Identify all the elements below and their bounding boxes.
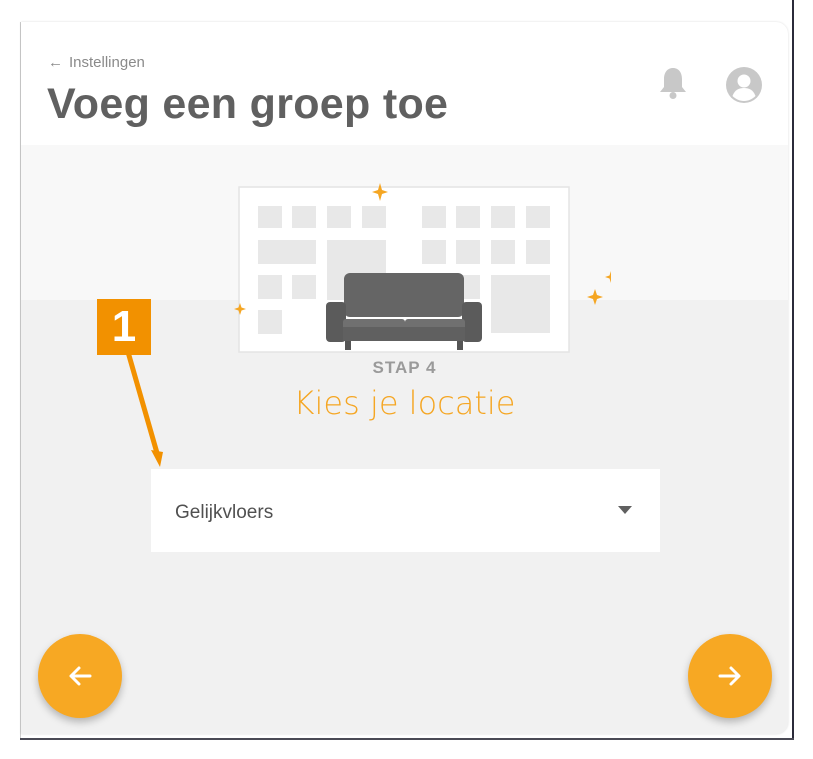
caret-down-icon [618,506,632,514]
arrow-right-icon [718,666,741,686]
user-circle-icon[interactable] [725,66,763,104]
arrow-left-icon: ← [48,54,63,71]
building-sofa-illustration [234,183,611,353]
back-link-label: Instellingen [69,54,145,71]
window-edge [20,738,794,740]
next-step-button[interactable] [688,634,772,718]
arrow-left-icon [69,666,92,686]
page-title: Voeg een groep toe [47,80,449,128]
sofa-icon [326,273,482,350]
location-select[interactable]: Gelijkvloers [151,469,660,552]
location-select-value: Gelijkvloers [175,502,274,523]
screenshot-frame: ← Instellingen Voeg een groep toe STAP 4… [0,0,813,759]
app-window: ← Instellingen Voeg een groep toe STAP 4… [21,22,788,734]
window-edge [792,0,794,740]
page-header: ← Instellingen Voeg een groep toe [21,22,788,145]
bell-icon[interactable] [657,66,689,100]
step-title: Kies je locatie [293,384,516,422]
previous-step-button[interactable] [38,634,122,718]
step-label: STAP 4 [372,358,437,377]
annotation-badge: 1 [97,299,151,355]
back-link[interactable]: ← Instellingen [48,54,145,71]
